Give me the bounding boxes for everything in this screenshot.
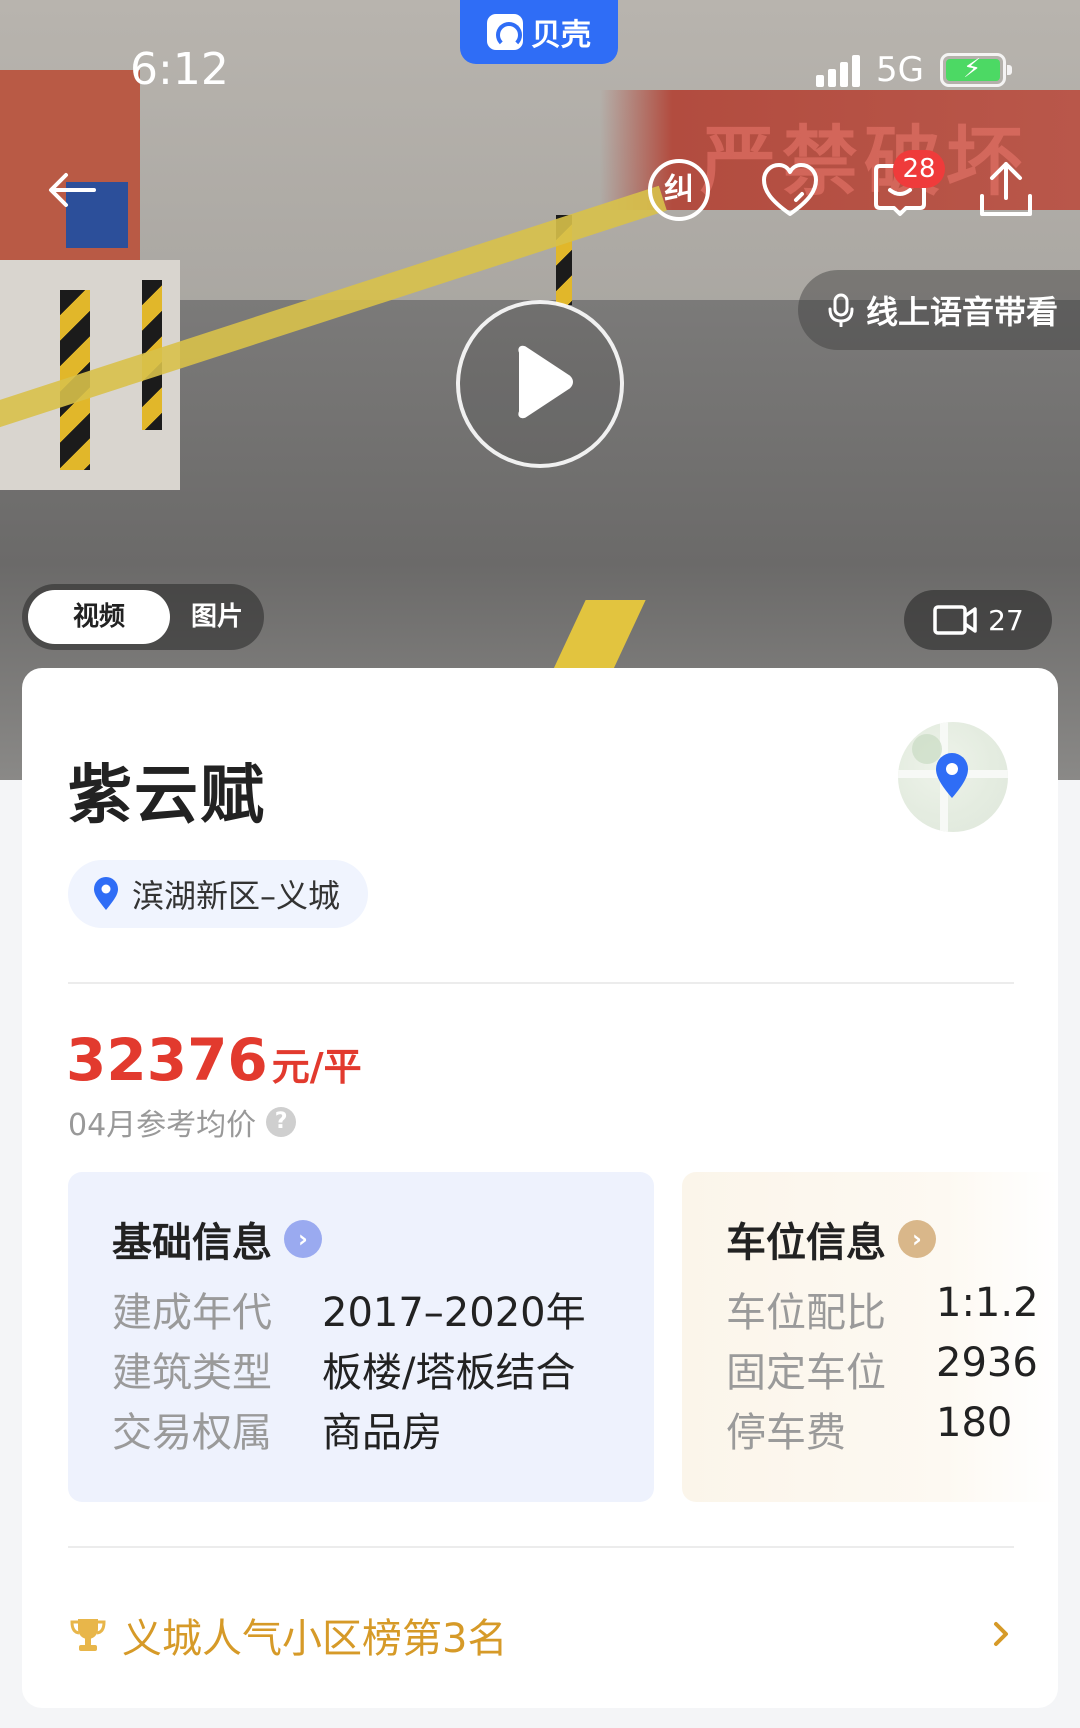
community-card: 紫云赋 滨湖新区–义城 32376 元/平 04月参考均价 ? 基础信息 › 建… — [22, 668, 1058, 1708]
info-value: 2936 — [936, 1340, 1038, 1386]
chevron-right-icon — [994, 1622, 1008, 1646]
info-key: 交易权属 — [112, 1410, 272, 1456]
info-value: 2017–2020年 — [322, 1290, 586, 1336]
voice-tour-label: 线上语音带看 — [866, 293, 1059, 331]
app-name: 贝壳 — [531, 18, 591, 53]
parking-info-title: 车位信息 — [726, 1220, 886, 1266]
info-key: 固定车位 — [726, 1350, 886, 1396]
basic-info-header: 基础信息 › — [112, 1210, 322, 1268]
tab-photos[interactable]: 图片 — [172, 590, 262, 644]
network-type: 5G — [876, 50, 924, 90]
price: 32376 元/平 — [66, 1026, 362, 1094]
heart-icon[interactable] — [756, 156, 824, 224]
play-video-button[interactable] — [456, 300, 624, 468]
info-row: 车位配比 1:1.2 — [726, 1280, 1039, 1338]
divider — [68, 1546, 1014, 1548]
signal-icon — [816, 53, 861, 87]
tab-video[interactable]: 视频 — [28, 590, 170, 644]
media-tabs: 视频 图片 — [22, 584, 264, 650]
video-camera-icon — [933, 605, 977, 635]
info-key: 建成年代 — [112, 1290, 272, 1336]
info-row: 停车费 180 — [726, 1400, 1012, 1458]
trophy-icon — [70, 1619, 106, 1651]
location-text: 滨湖新区–义城 — [132, 877, 341, 915]
correction-icon-char: 纠 — [664, 172, 694, 207]
community-name: 紫云赋 — [68, 759, 266, 833]
share-icon[interactable] — [972, 156, 1040, 224]
chevron-right-icon: › — [284, 1220, 322, 1258]
price-unit: 元/平 — [271, 1045, 362, 1089]
divider — [68, 982, 1014, 984]
voice-tour-button[interactable]: 线上语音带看 — [798, 270, 1080, 350]
ranking-text: 义城人气小区榜第3名 — [122, 1616, 508, 1662]
parking-info-header: 车位信息 › — [726, 1210, 936, 1268]
info-value: 180 — [936, 1400, 1013, 1446]
app-logo-icon — [487, 14, 523, 50]
media-count: 27 — [988, 603, 1024, 637]
status-indicators: 5G ⚡ — [816, 50, 1012, 90]
back-arrow-icon[interactable] — [42, 160, 102, 220]
play-icon — [518, 345, 573, 419]
info-value: 商品房 — [322, 1410, 442, 1456]
media-count-button[interactable]: 27 — [904, 590, 1052, 650]
basic-info-title: 基础信息 — [112, 1220, 272, 1266]
info-row: 建筑类型 板楼/塔板结合 — [112, 1340, 575, 1398]
price-note-text: 04月参考均价 — [68, 1108, 257, 1143]
app-badge: 贝壳 — [460, 0, 618, 64]
info-row: 固定车位 2936 — [726, 1340, 1038, 1398]
parking-info-panel[interactable]: 车位信息 › 车位配比 1:1.2 固定车位 2936 停车费 180 — [682, 1172, 1058, 1502]
status-time: 6:12 — [130, 44, 229, 95]
chevron-right-icon: › — [898, 1220, 936, 1258]
location-pin-icon — [94, 877, 118, 910]
message-count-badge: 28 — [893, 150, 945, 188]
location-chip[interactable]: 滨湖新区–义城 — [68, 860, 369, 928]
map-thumbnail[interactable] — [898, 722, 1008, 832]
info-key: 停车费 — [726, 1410, 846, 1456]
battery-icon: ⚡ — [940, 53, 1012, 87]
info-row: 交易权属 商品房 — [112, 1400, 442, 1458]
info-value: 1:1.2 — [936, 1280, 1039, 1326]
info-value: 板楼/塔板结合 — [322, 1350, 576, 1396]
map-pin-icon — [936, 753, 968, 798]
info-row: 建成年代 2017–2020年 — [112, 1280, 586, 1338]
ranking-row[interactable]: 义城人气小区榜第3名 — [68, 1600, 1014, 1670]
help-icon[interactable]: ? — [266, 1107, 297, 1137]
correction-icon[interactable]: 纠 — [645, 156, 713, 224]
basic-info-panel[interactable]: 基础信息 › 建成年代 2017–2020年 建筑类型 板楼/塔板结合 交易权属… — [68, 1172, 654, 1502]
price-note: 04月参考均价 ? — [68, 1100, 297, 1144]
info-key: 车位配比 — [726, 1290, 886, 1336]
info-key: 建筑类型 — [112, 1350, 272, 1396]
price-value: 32376 — [66, 1026, 268, 1094]
microphone-icon — [828, 293, 854, 327]
